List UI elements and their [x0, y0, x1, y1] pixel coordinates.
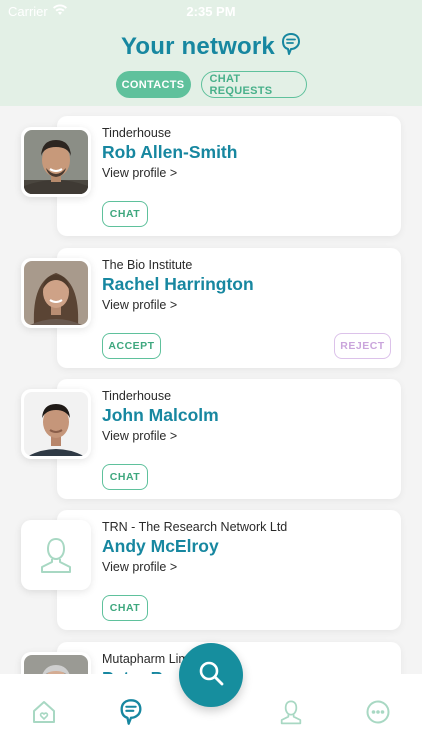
status-time: 2:35 PM [186, 4, 236, 19]
more-icon[interactable] [364, 698, 392, 726]
title-row: Your network [0, 32, 422, 61]
network-tab-icon[interactable] [117, 698, 145, 726]
chat-button[interactable]: CHAT [102, 464, 148, 490]
contact-card[interactable]: Tinderhouse John Malcolm View profile > … [57, 379, 401, 499]
contact-name[interactable]: Andy McElroy [102, 536, 219, 557]
contact-name[interactable]: John Malcolm [102, 405, 219, 426]
contact-organization: Tinderhouse [102, 389, 172, 403]
profile-icon[interactable] [277, 698, 305, 726]
view-profile-link[interactable]: View profile > [102, 166, 177, 180]
avatar[interactable] [21, 258, 91, 328]
avatar-photo [24, 392, 88, 456]
tab-contacts[interactable]: CONTACTS [115, 71, 191, 98]
person-icon [24, 523, 88, 587]
contact-organization: TRN - The Research Network Ltd [102, 520, 288, 534]
chat-button[interactable]: CHAT [102, 595, 148, 621]
search-button[interactable] [179, 643, 243, 707]
view-profile-link[interactable]: View profile > [102, 560, 177, 574]
contact-name[interactable]: Rob Allen-Smith [102, 142, 237, 163]
avatar[interactable] [21, 127, 91, 197]
contact-organization: The Bio Institute [102, 258, 193, 272]
contact-card[interactable]: Tinderhouse Rob Allen-Smith View profile… [57, 116, 401, 236]
avatar-photo [24, 261, 88, 325]
avatar-placeholder[interactable] [21, 520, 91, 590]
header: Carrier 2:35 PM Your network CONTACTS CH… [0, 0, 422, 106]
avatar-photo [24, 130, 88, 194]
contact-organization: Mutapharm Lim [102, 652, 189, 666]
contact-card[interactable]: The Bio Institute Rachel Harrington View… [57, 248, 401, 368]
tab-chat-requests[interactable]: CHAT REQUESTS [200, 71, 307, 98]
tabs: CONTACTS CHAT REQUESTS [0, 71, 422, 98]
avatar[interactable] [21, 389, 91, 459]
network-chat-icon [281, 32, 301, 61]
chat-button[interactable]: CHAT [102, 201, 148, 227]
home-icon[interactable] [30, 698, 58, 726]
status-bar: Carrier 2:35 PM [0, 0, 422, 22]
contact-card[interactable]: TRN - The Research Network Ltd Andy McEl… [57, 510, 401, 630]
accept-button[interactable]: ACCEPT [102, 333, 161, 359]
view-profile-link[interactable]: View profile > [102, 429, 177, 443]
contact-organization: Tinderhouse [102, 126, 172, 140]
search-icon [197, 659, 225, 692]
contact-name[interactable]: Rachel Harrington [102, 274, 254, 295]
reject-button[interactable]: REJECT [334, 333, 391, 359]
view-profile-link[interactable]: View profile > [102, 298, 177, 312]
page-title: Your network [121, 32, 275, 60]
